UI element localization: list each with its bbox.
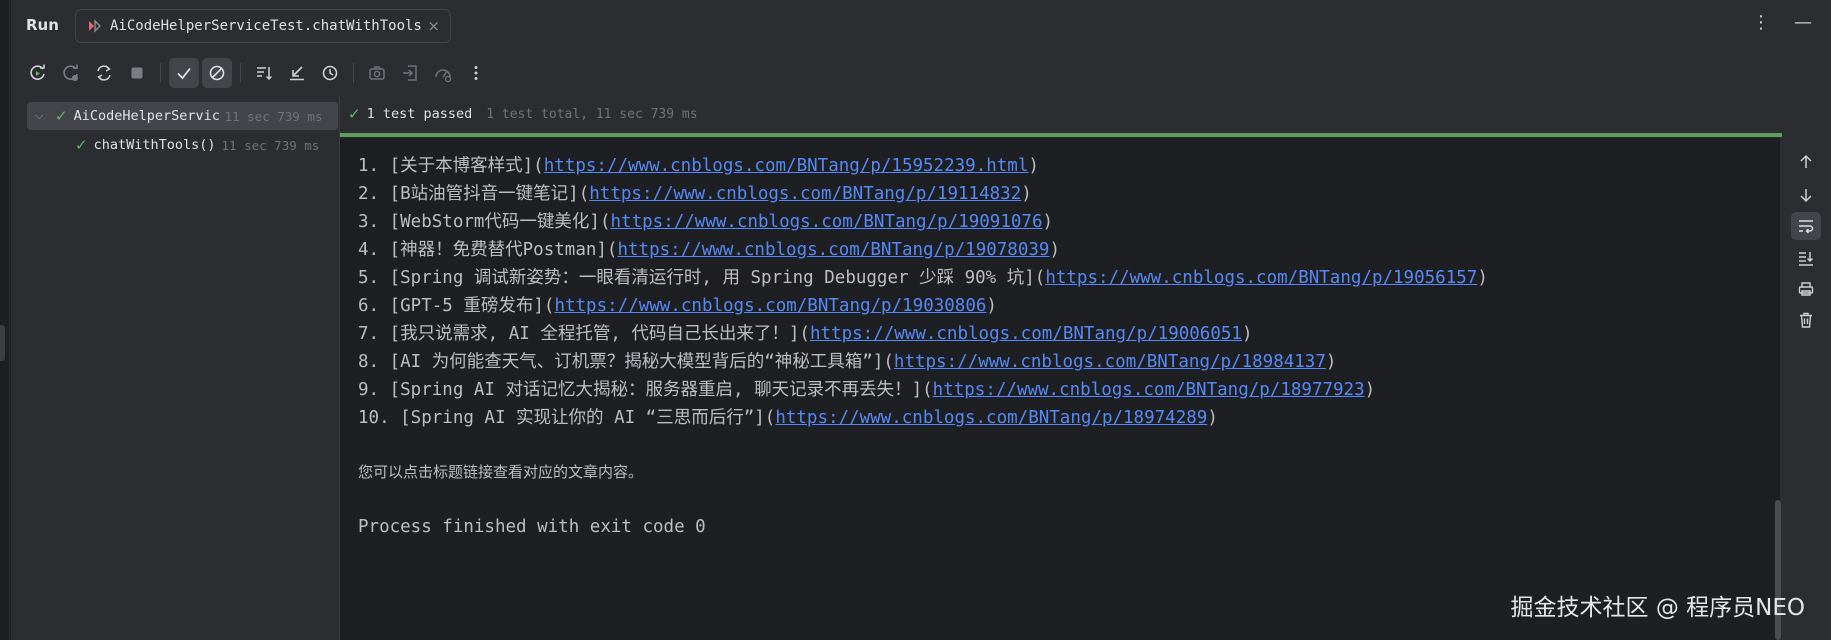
rerun-icon[interactable] bbox=[23, 58, 53, 88]
article-link[interactable]: https://www.cnblogs.com/BNTang/p/1897428… bbox=[775, 408, 1207, 428]
article-link[interactable]: https://www.cnblogs.com/BNTang/p/1595223… bbox=[544, 156, 1029, 176]
chevron-down-icon[interactable]: ⌵ bbox=[35, 109, 49, 123]
side-panel-handle[interactable] bbox=[0, 325, 5, 361]
import-tests-icon[interactable] bbox=[395, 58, 425, 88]
coverage-icon[interactable] bbox=[428, 58, 458, 88]
toolbar-separator bbox=[240, 63, 241, 83]
list-item-close-paren: ) bbox=[1477, 268, 1488, 288]
list-item-close-paren: ) bbox=[986, 296, 997, 316]
test-class-name: AiCodeHelperServiceTest bbox=[73, 108, 219, 124]
camera-icon[interactable] bbox=[362, 58, 392, 88]
article-link[interactable]: https://www.cnblogs.com/BNTang/p/1905615… bbox=[1045, 268, 1477, 288]
close-tab-icon[interactable]: × bbox=[427, 17, 440, 35]
test-method-duration: 11 sec 739 ms bbox=[221, 137, 320, 153]
article-link[interactable]: https://www.cnblogs.com/BNTang/p/1897792… bbox=[933, 380, 1365, 400]
list-item-title: 10. [Spring AI 实现让你的 AI “三思而后行”]( bbox=[358, 408, 776, 428]
test-class-duration: 11 sec 739 ms bbox=[224, 108, 323, 124]
console-list-item: 5. [Spring 调试新姿势：一眼看清运行时, 用 Spring Debug… bbox=[358, 264, 1488, 292]
test-passed-icon: ✓ bbox=[75, 136, 88, 154]
article-link[interactable]: https://www.cnblogs.com/BNTang/p/1903080… bbox=[554, 296, 986, 316]
console-side-toolbar bbox=[1781, 138, 1831, 640]
more-options-icon[interactable] bbox=[461, 58, 491, 88]
minimize-icon[interactable]: — bbox=[1793, 12, 1813, 34]
console-list-item: 3. [WebStorm代码一键美化](https://www.cnblogs.… bbox=[358, 208, 1053, 236]
console-list-item: 8. [AI 为何能查天气、订机票？揭秘大模型背后的“神秘工具箱”](https… bbox=[358, 348, 1336, 376]
show-passed-icon[interactable] bbox=[169, 58, 199, 88]
toolbar-separator bbox=[353, 63, 354, 83]
list-item-close-paren: ) bbox=[1325, 352, 1337, 372]
scroll-down-icon[interactable] bbox=[1791, 181, 1821, 209]
run-config-tab-label: AiCodeHelperServiceTest.chatWithTools bbox=[110, 18, 422, 34]
left-gutter bbox=[0, 0, 10, 640]
list-item-title: 6. [GPT-5 重磅发布]( bbox=[358, 296, 555, 316]
tree-row-test-class[interactable]: ⌵ ✓ AiCodeHelperServiceTest 11 sec 739 m… bbox=[27, 102, 338, 130]
list-item-title: 2. [B站油管抖音一键笔记]( bbox=[358, 184, 590, 204]
console-note: 您可以点击标题链接查看对应的文章内容。 bbox=[358, 463, 644, 481]
list-item-close-paren: ) bbox=[1049, 240, 1060, 260]
console-list-item: 6. [GPT-5 重磅发布](https://www.cnblogs.com/… bbox=[358, 292, 997, 320]
article-link[interactable]: https://www.cnblogs.com/BNTang/p/1909107… bbox=[611, 212, 1043, 232]
console-output[interactable]: 1. [关于本博客样式](https://www.cnblogs.com/BNT… bbox=[340, 138, 1780, 640]
history-icon[interactable] bbox=[315, 58, 345, 88]
scroll-up-icon[interactable] bbox=[1791, 148, 1821, 176]
article-link[interactable]: https://www.cnblogs.com/BNTang/p/1898413… bbox=[894, 352, 1326, 372]
tree-row-test-method[interactable]: ✓ chatWithTools() 11 sec 739 ms bbox=[75, 131, 319, 159]
rerun-failed-icon[interactable] bbox=[56, 58, 86, 88]
status-total-text: 1 test total, 11 sec 739 ms bbox=[486, 106, 698, 122]
test-toolbar bbox=[23, 58, 494, 88]
watermark: 掘金技术社区 @ 程序员NEO bbox=[1510, 595, 1805, 621]
console-list-item: 4. [神器！免费替代Postman](https://www.cnblogs.… bbox=[358, 236, 1060, 264]
list-item-title: 1. [关于本博客样式]( bbox=[358, 156, 544, 176]
list-item-close-paren: ) bbox=[1241, 324, 1253, 344]
sort-by-duration-icon[interactable] bbox=[282, 58, 312, 88]
list-item-close-paren: ) bbox=[1021, 184, 1032, 204]
test-tree: ⌵ ✓ AiCodeHelperServiceTest 11 sec 739 m… bbox=[11, 100, 338, 640]
list-item-title: 5. [Spring 调试新姿势：一眼看清运行时, 用 Spring Debug… bbox=[358, 268, 1046, 288]
console-list-item: 9. [Spring AI 对话记忆大揭秘：服务器重启, 聊天记录不再丢失！](… bbox=[358, 376, 1375, 404]
list-item-close-paren: ) bbox=[1042, 212, 1054, 232]
console-list-item: 7. [我只说需求, AI 全程托管, 代码自己长出来了！](https://w… bbox=[358, 320, 1253, 348]
list-item-close-paren: ) bbox=[1364, 380, 1376, 400]
test-config-icon bbox=[89, 19, 101, 33]
list-item-title: 3. [WebStorm代码一键美化]( bbox=[358, 212, 611, 232]
show-ignored-icon[interactable] bbox=[202, 58, 232, 88]
run-title: Run bbox=[26, 16, 59, 34]
list-item-close-paren: ) bbox=[1028, 156, 1039, 176]
run-config-tab[interactable]: AiCodeHelperServiceTest.chatWithTools × bbox=[75, 9, 451, 43]
article-link[interactable]: https://www.cnblogs.com/BNTang/p/1911483… bbox=[589, 184, 1021, 204]
list-item-title: 9. [Spring AI 对话记忆大揭秘：服务器重启, 聊天记录不再丢失！]( bbox=[358, 380, 933, 400]
article-link[interactable]: https://www.cnblogs.com/BNTang/p/1900605… bbox=[810, 324, 1242, 344]
scroll-to-end-icon[interactable] bbox=[1791, 244, 1821, 272]
test-passed-icon: ✓ bbox=[55, 107, 68, 125]
status-passed-icon: ✓ bbox=[348, 105, 361, 123]
toggle-auto-test-icon[interactable] bbox=[89, 58, 119, 88]
print-icon[interactable] bbox=[1791, 275, 1821, 303]
list-item-title: 4. [神器！免费替代Postman]( bbox=[358, 240, 618, 260]
stop-icon[interactable] bbox=[122, 58, 152, 88]
console-list-item: 10. [Spring AI 实现让你的 AI “三思而后行”](https:/… bbox=[358, 404, 1218, 432]
soft-wrap-icon[interactable] bbox=[1791, 212, 1821, 240]
status-passed-text: 1 test passed bbox=[366, 106, 473, 122]
list-item-title: 7. [我只说需求, AI 全程托管, 代码自己长出来了！]( bbox=[358, 324, 810, 344]
console-list-item: 2. [B站油管抖音一键笔记](https://www.cnblogs.com/… bbox=[358, 180, 1032, 208]
test-method-name: chatWithTools() bbox=[93, 137, 216, 153]
test-progress-bar bbox=[340, 133, 1782, 137]
console-list-item: 1. [关于本博客样式](https://www.cnblogs.com/BNT… bbox=[358, 152, 1039, 180]
toolbar-separator bbox=[160, 63, 161, 83]
run-header: Run AiCodeHelperServiceTest.chatWithTool… bbox=[11, 0, 1831, 50]
more-options-icon[interactable]: ⋮ bbox=[1751, 12, 1771, 34]
article-link[interactable]: https://www.cnblogs.com/BNTang/p/1907803… bbox=[617, 240, 1049, 260]
console-process-finished: Process finished with exit code 0 bbox=[358, 517, 706, 537]
test-status-bar: ✓ 1 test passed 1 test total, 11 sec 739… bbox=[340, 100, 698, 128]
list-item-close-paren: ) bbox=[1207, 408, 1218, 428]
list-item-title: 8. [AI 为何能查天气、订机票？揭秘大模型背后的“神秘工具箱”]( bbox=[358, 352, 894, 372]
run-tool-window: Run AiCodeHelperServiceTest.chatWithTool… bbox=[11, 0, 1831, 640]
clear-all-icon[interactable] bbox=[1791, 306, 1821, 334]
sort-alphabetically-icon[interactable] bbox=[249, 58, 279, 88]
